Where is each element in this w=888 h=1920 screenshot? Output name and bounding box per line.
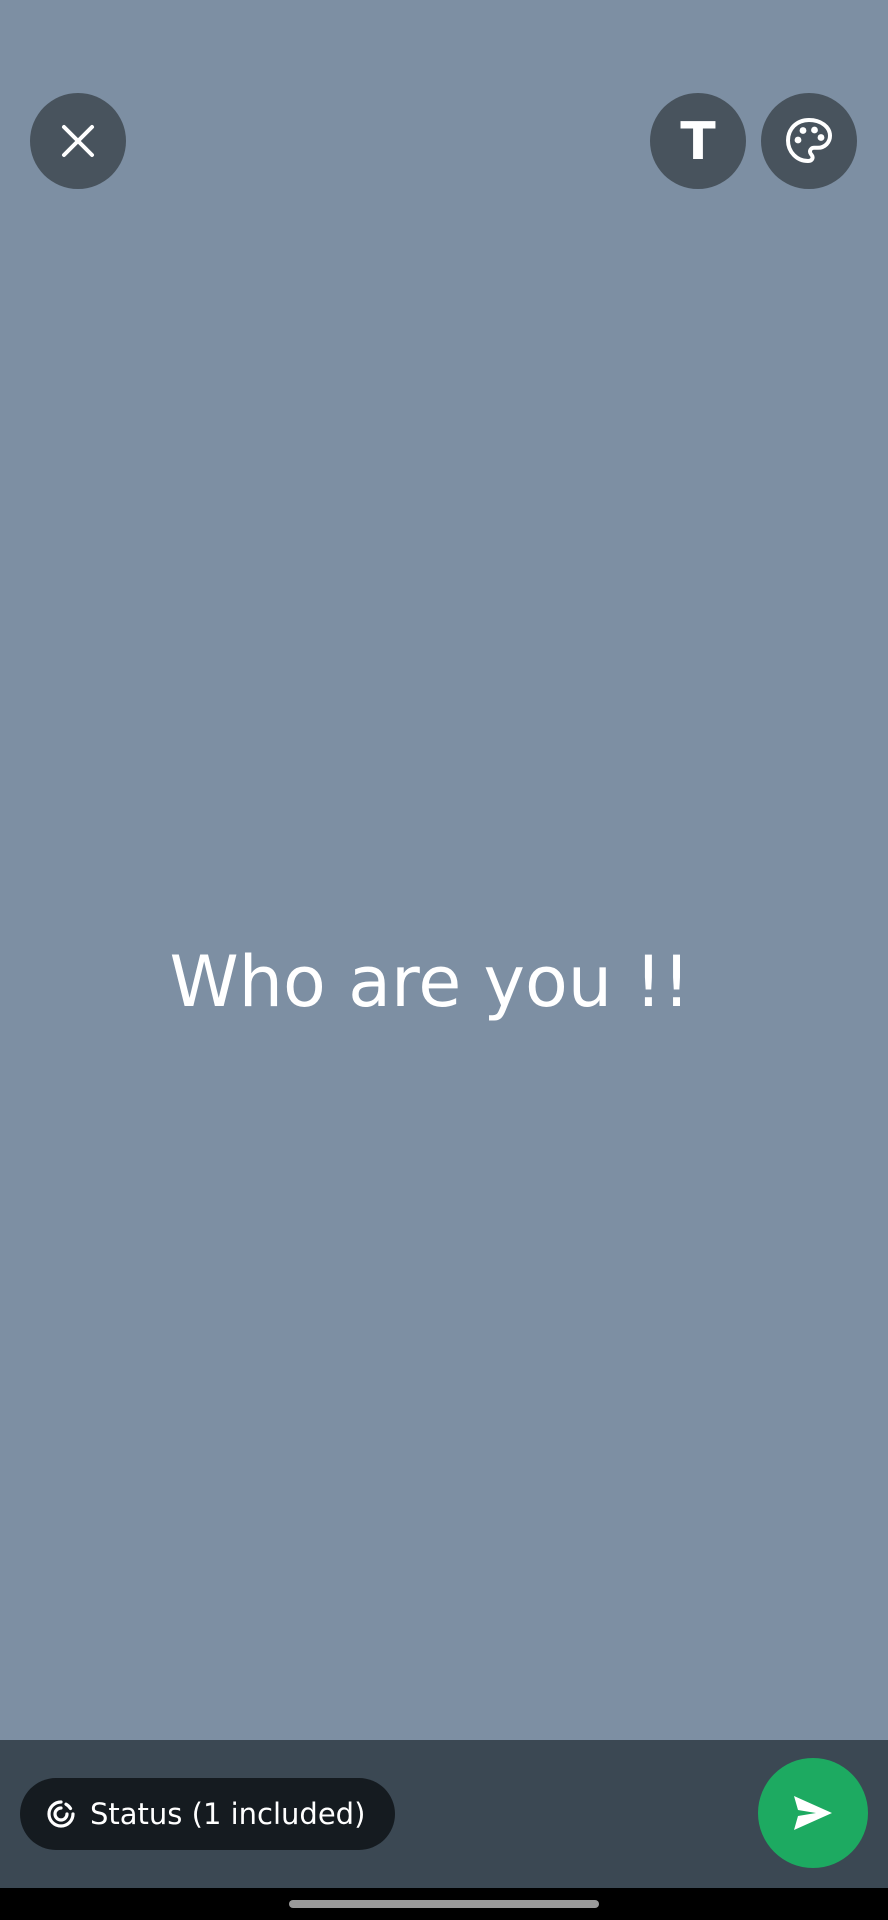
bottom-bar: Status (1 included) (0, 1740, 888, 1888)
text-style-label: T (680, 112, 716, 172)
status-composer-screen: T Who are you !! Status (1 included) (0, 0, 888, 1920)
home-indicator[interactable] (289, 1900, 599, 1908)
close-icon (62, 125, 94, 157)
background-color-button[interactable] (761, 93, 857, 189)
status-text[interactable]: Who are you !! (0, 940, 860, 1024)
status-audience-label: Status (1 included) (90, 1797, 366, 1831)
close-button[interactable] (30, 93, 126, 189)
status-audience-button[interactable]: Status (1 included) (20, 1778, 395, 1850)
status-ring-icon (46, 1799, 76, 1829)
system-navigation-bar (0, 1888, 888, 1920)
palette-icon (786, 118, 832, 163)
send-button[interactable] (758, 1758, 868, 1868)
send-icon (794, 1796, 832, 1830)
text-style-button[interactable]: T (650, 93, 746, 189)
